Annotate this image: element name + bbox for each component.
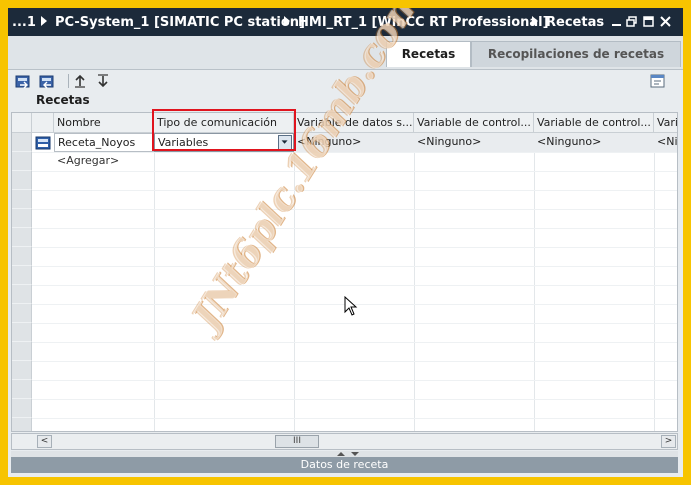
move-up-icon[interactable] — [71, 73, 89, 89]
icon-column-header — [32, 113, 54, 133]
minimize-icon[interactable] — [611, 16, 622, 27]
column-header-tipo-comunicacion[interactable]: Tipo de comunicación — [154, 113, 294, 133]
dropdown-button[interactable] — [278, 135, 292, 150]
row-divider — [32, 380, 677, 381]
scroll-thumb[interactable]: III — [275, 435, 319, 448]
row-header[interactable] — [12, 418, 32, 431]
chevron-right-icon — [532, 16, 538, 26]
row-header[interactable] — [12, 228, 32, 247]
close-icon[interactable] — [660, 16, 671, 27]
row-header[interactable] — [12, 133, 32, 152]
column-header-variable-control-2[interactable]: Variable de control... — [534, 113, 654, 133]
variable-control-2-cell[interactable]: <Ninguno> — [534, 133, 654, 152]
breadcrumb-recetas: Recetas — [546, 15, 605, 30]
row-header[interactable] — [12, 266, 32, 285]
tab-recetas[interactable]: Recetas — [386, 41, 471, 67]
row-divider — [32, 285, 677, 286]
row-divider — [32, 399, 677, 400]
column-header-variable-control-1[interactable]: Variable de control... — [414, 113, 534, 133]
recipe-data-panel-header[interactable]: Datos de receta — [11, 457, 678, 473]
chevron-down-icon — [281, 140, 288, 144]
column-divider — [294, 133, 295, 431]
row-header[interactable] — [12, 171, 32, 190]
row-divider — [32, 323, 677, 324]
recipe-icon — [35, 136, 51, 150]
scroll-right-button[interactable]: > — [661, 435, 676, 448]
row-header[interactable] — [12, 304, 32, 323]
row-divider — [32, 266, 677, 267]
yellow-frame: ...1 PC-System_1 [SIMATIC PC station] HM… — [0, 0, 691, 485]
chevron-right-icon — [41, 16, 47, 26]
row-divider — [32, 342, 677, 343]
row-header[interactable] — [12, 342, 32, 361]
recipe-table: Nombre Tipo de comunicación Variable de … — [11, 112, 678, 432]
row-divider — [32, 171, 677, 172]
breadcrumb-pc-system[interactable]: PC-System_1 [SIMATIC PC station] — [55, 15, 305, 30]
recipe-editor-window: ...1 PC-System_1 [SIMATIC PC station] HM… — [8, 8, 683, 477]
column-divider — [534, 133, 535, 431]
row-header[interactable] — [12, 323, 32, 342]
properties-icon[interactable] — [649, 73, 667, 89]
column-divider — [154, 133, 155, 431]
row-header-corner — [12, 113, 32, 133]
column-header-variable-4[interactable]: Varia — [654, 113, 677, 133]
row-header[interactable] — [12, 380, 32, 399]
table-row[interactable]: Receta_Noyos Variables <Ninguno> <Ningun… — [32, 133, 677, 152]
row-header[interactable] — [12, 361, 32, 380]
recipe-name-cell[interactable]: Receta_Noyos — [54, 133, 154, 152]
toolbar — [8, 70, 683, 92]
toolbar-separator — [68, 74, 69, 88]
export-icon[interactable] — [14, 73, 32, 89]
row-divider — [32, 247, 677, 248]
column-divider — [414, 133, 415, 431]
row-header[interactable] — [12, 190, 32, 209]
section-title: Recetas — [36, 93, 90, 107]
variable-4-cell[interactable]: <Nin — [654, 133, 677, 152]
row-header[interactable] — [12, 247, 32, 266]
mouse-pointer-icon — [344, 296, 358, 316]
add-recipe-cell[interactable]: <Agregar> — [54, 152, 154, 171]
variable-control-1-cell[interactable]: <Ninguno> — [414, 133, 534, 152]
chevron-right-icon — [284, 16, 290, 26]
move-down-icon[interactable] — [94, 73, 112, 89]
maximize-icon[interactable] — [643, 16, 654, 27]
horizontal-scrollbar[interactable]: < III > — [11, 433, 678, 450]
row-header[interactable] — [12, 285, 32, 304]
import-icon[interactable] — [38, 73, 56, 89]
scroll-left-button[interactable]: < — [37, 435, 52, 448]
restore-icon[interactable] — [626, 16, 637, 27]
row-header[interactable] — [12, 399, 32, 418]
row-divider — [32, 418, 677, 419]
row-header[interactable] — [12, 152, 32, 171]
breadcrumb-hmi-rt[interactable]: HMI_RT_1 [WinCC RT Professional] — [298, 15, 549, 30]
column-divider — [654, 133, 655, 431]
row-header[interactable] — [12, 209, 32, 228]
row-divider — [32, 228, 677, 229]
title-bar: ...1 PC-System_1 [SIMATIC PC station] HM… — [8, 8, 683, 36]
breadcrumb-ellipsis[interactable]: ...1 — [12, 15, 36, 30]
row-divider — [32, 361, 677, 362]
row-divider — [32, 209, 677, 210]
tab-recopilaciones[interactable]: Recopilaciones de recetas — [471, 41, 681, 67]
row-divider — [32, 190, 677, 191]
column-header-nombre[interactable]: Nombre — [54, 113, 154, 133]
tab-strip: Recetas Recopilaciones de recetas — [8, 36, 683, 70]
variable-datos-cell[interactable]: <Ninguno> — [294, 133, 414, 152]
comm-type-dropdown[interactable]: Variables — [154, 133, 294, 152]
column-header-variable-datos[interactable]: Variable de datos s... — [294, 113, 414, 133]
